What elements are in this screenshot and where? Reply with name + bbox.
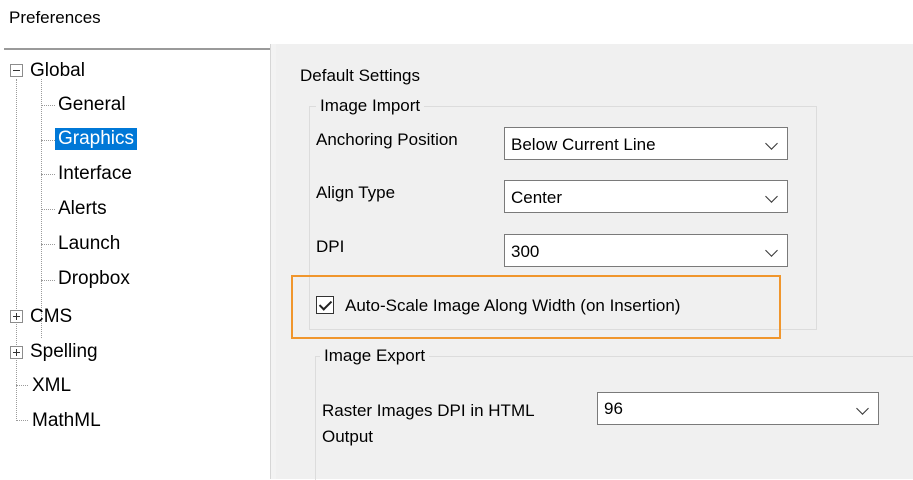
raster-dpi-label-line2: Output [322,427,374,446]
tree-connector-line [41,140,55,141]
tree-connector-line [41,209,55,210]
expand-icon[interactable] [10,310,23,323]
tree-connector-line [16,385,28,386]
tree-connector-line [41,105,55,106]
raster-dpi-value: 96 [604,399,623,418]
chevron-down-icon [848,393,878,424]
image-import-legend: Image Import [316,96,425,116]
autoscale-label[interactable]: Auto-Scale Image Along Width (on Inserti… [345,296,680,316]
section-title: Default Settings [300,66,421,85]
tree-item-spelling[interactable]: Spelling [30,341,98,363]
tree-item-interface[interactable]: Interface [58,163,132,185]
tree-item-mathml[interactable]: MathML [32,410,101,432]
tree-item-alerts[interactable]: Alerts [58,198,107,220]
tree-item-general[interactable]: General [58,94,126,116]
align-type-label: Align Type [316,183,396,202]
tree-item-graphics[interactable]: Graphics [55,128,138,150]
align-type-value: Center [511,188,563,207]
tree-connector-line [41,244,55,245]
anchoring-position-label: Anchoring Position [316,130,458,149]
tree-connector-line [16,79,17,419]
tree-connector-line [41,280,55,281]
tree-item-dropbox[interactable]: Dropbox [58,268,130,290]
tree-item-cms[interactable]: CMS [30,306,72,328]
image-export-legend: Image Export [320,346,430,366]
tree-connector-line [41,174,55,175]
dpi-select[interactable]: 300 [504,234,788,267]
chevron-down-icon [757,181,787,212]
expand-icon[interactable] [10,346,23,359]
window-title: Preferences [9,8,101,27]
align-type-select[interactable]: Center [504,180,788,213]
tree-connector-line [16,420,28,421]
checkmark-icon [318,297,333,311]
dpi-label: DPI [316,237,345,256]
anchoring-position-select[interactable]: Below Current Line [504,127,788,160]
anchoring-position-value: Below Current Line [511,135,656,154]
collapse-icon[interactable] [10,64,23,77]
autoscale-checkbox[interactable] [316,296,334,314]
chevron-down-icon [757,235,787,266]
preferences-tree: Global General Graphics Interface Alerts… [0,50,268,479]
raster-dpi-select[interactable]: 96 [597,392,879,425]
tree-item-global[interactable]: Global [30,60,85,82]
tree-item-launch[interactable]: Launch [58,233,120,255]
raster-dpi-label-line1: Raster Images DPI in HTML [322,401,535,420]
chevron-down-icon [757,128,787,159]
dpi-value: 300 [511,242,540,261]
tree-item-xml[interactable]: XML [32,375,71,397]
